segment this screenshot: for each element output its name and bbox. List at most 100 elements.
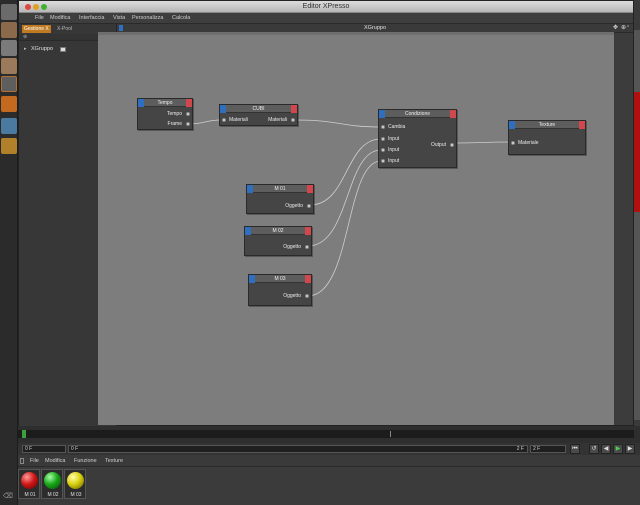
menu-interfaccia[interactable]: Interfaccia (79, 15, 104, 21)
node-header[interactable]: Tempo (138, 99, 192, 107)
output-port-menu[interactable] (186, 99, 192, 107)
node-tempo[interactable]: Tempo Tempo Frame (137, 98, 193, 130)
previous-key-button[interactable]: ↺ (589, 444, 599, 454)
layer-icon[interactable] (1, 118, 17, 134)
menu-calcola[interactable]: Calcola (172, 15, 190, 21)
range-end-label: 2 F (516, 446, 524, 452)
node-title: M 01 (274, 186, 286, 192)
mat-menu-texture[interactable]: Texture (105, 458, 123, 464)
output-port-menu[interactable] (450, 110, 456, 118)
canvas-top-edge (98, 32, 614, 35)
output-port-menu[interactable] (305, 275, 311, 283)
tree-item-xgruppo[interactable]: XGruppo (31, 46, 53, 52)
canvas-zoom-icon[interactable]: ⊕ (621, 24, 626, 31)
tree-expand-icon[interactable]: ▸ (24, 46, 27, 52)
playhead-marker[interactable] (22, 430, 26, 438)
cube-icon[interactable] (1, 22, 17, 38)
menu-file[interactable]: File (35, 15, 44, 21)
window-titlebar[interactable]: Editor XPresso (19, 1, 633, 13)
previous-frame-button[interactable]: ◀ (601, 444, 611, 454)
mat-menu-funzione[interactable]: Funzione (74, 458, 97, 464)
mat-menu-file[interactable]: File (30, 458, 39, 464)
material-name: M 02 (47, 492, 59, 498)
node-m03[interactable]: M 03 Oggetto (248, 274, 312, 306)
port-label: Oggetto (283, 244, 301, 250)
panel-grip-icon (20, 458, 24, 464)
current-frame-field[interactable]: 0 F (22, 445, 66, 453)
node-header[interactable]: Texture (509, 121, 585, 129)
node-header[interactable]: M 01 (247, 185, 313, 193)
material-preview-sphere (67, 472, 84, 489)
output-port[interactable] (305, 245, 309, 249)
material-name: M 01 (24, 492, 36, 498)
tab-gestione-x[interactable]: Gestione X (22, 25, 51, 33)
next-frame-button[interactable]: ▶ (625, 444, 635, 454)
output-port[interactable] (305, 294, 309, 298)
input-port[interactable] (381, 148, 385, 152)
node-condizione[interactable]: Condizione Cambia Input Input Input Outp… (378, 109, 457, 168)
input-port[interactable] (381, 125, 385, 129)
menu-modifica[interactable]: Modifica (50, 15, 70, 21)
texture-icon[interactable] (1, 40, 17, 56)
input-port[interactable] (222, 118, 226, 122)
cinema4d-app: Editor XPresso File Modifica Interfaccia… (0, 0, 640, 505)
material-m02[interactable]: M 02 (41, 469, 63, 499)
canvas-maximize-icon[interactable]: ▫ (627, 24, 629, 30)
node-editor-canvas[interactable] (98, 32, 614, 425)
material-m01[interactable]: M 01 (18, 469, 40, 499)
timeline-end-marker (390, 431, 391, 437)
input-port[interactable] (381, 159, 385, 163)
material-preview-sphere (44, 472, 61, 489)
output-port[interactable] (186, 112, 190, 116)
input-port[interactable] (381, 137, 385, 141)
end-frame-field[interactable]: 2 F (530, 445, 566, 453)
canvas-title: XGruppo (363, 25, 386, 31)
port-label: Oggetto (283, 293, 301, 299)
right-edge-accent (634, 92, 640, 212)
material-name: M 03 (70, 492, 82, 498)
play-button[interactable]: ▶ (613, 444, 623, 454)
node-cubi[interactable]: CUBI Materiali Materiali (219, 104, 298, 126)
node-title: M 02 (272, 228, 284, 234)
magnet-icon[interactable] (1, 96, 17, 112)
output-port-menu[interactable] (291, 105, 297, 113)
frame-range-slider[interactable]: 0 F 2 F (68, 445, 528, 453)
canvas-move-icon[interactable]: ✥ (613, 24, 618, 31)
output-port-menu[interactable] (307, 185, 313, 193)
node-title: M 03 (274, 276, 286, 282)
output-port[interactable] (186, 122, 190, 126)
port-label: Output (430, 142, 446, 148)
node-texture[interactable]: Texture Materiale (508, 120, 586, 155)
output-port-menu[interactable] (305, 227, 311, 235)
menu-personalizza[interactable]: Personalizza (132, 15, 164, 21)
mat-menu-modifica[interactable]: Modifica (45, 458, 65, 464)
node-header[interactable]: M 03 (249, 275, 311, 283)
object-tool-icon[interactable] (1, 4, 17, 20)
deform-icon[interactable] (1, 58, 17, 74)
node-header[interactable]: M 02 (245, 227, 311, 235)
zoom-icon[interactable]: ⊕ (23, 34, 27, 40)
menu-vista[interactable]: Vista (113, 15, 125, 21)
material-m03[interactable]: M 03 (64, 469, 86, 499)
tab-x-pool[interactable]: X-Pool (55, 25, 74, 33)
go-to-start-button[interactable]: ⏮ (570, 444, 580, 454)
input-port[interactable] (511, 141, 515, 145)
workplane-icon[interactable] (1, 138, 17, 154)
node-header[interactable]: CUBI (220, 105, 297, 113)
output-port[interactable] (291, 118, 295, 122)
port-label: Materiali (268, 117, 287, 123)
output-port[interactable] (307, 204, 311, 208)
node-m01[interactable]: M 01 Oggetto (246, 184, 314, 214)
axis-icon[interactable] (1, 76, 17, 92)
output-port-menu[interactable] (579, 121, 585, 129)
right-edge-panel (634, 30, 640, 420)
output-port[interactable] (450, 143, 454, 147)
timeline-ruler[interactable] (18, 430, 634, 438)
xpresso-menubar: File Modifica Interfaccia Vista Personal… (19, 13, 633, 24)
material-preview-sphere (21, 472, 38, 489)
material-manager-menubar: File Modifica Funzione Texture (18, 456, 640, 467)
node-header[interactable]: Condizione (379, 110, 456, 118)
material-manager-area (18, 467, 640, 505)
node-m02[interactable]: M 02 Oggetto (244, 226, 312, 256)
port-label: Tempo (166, 111, 182, 117)
